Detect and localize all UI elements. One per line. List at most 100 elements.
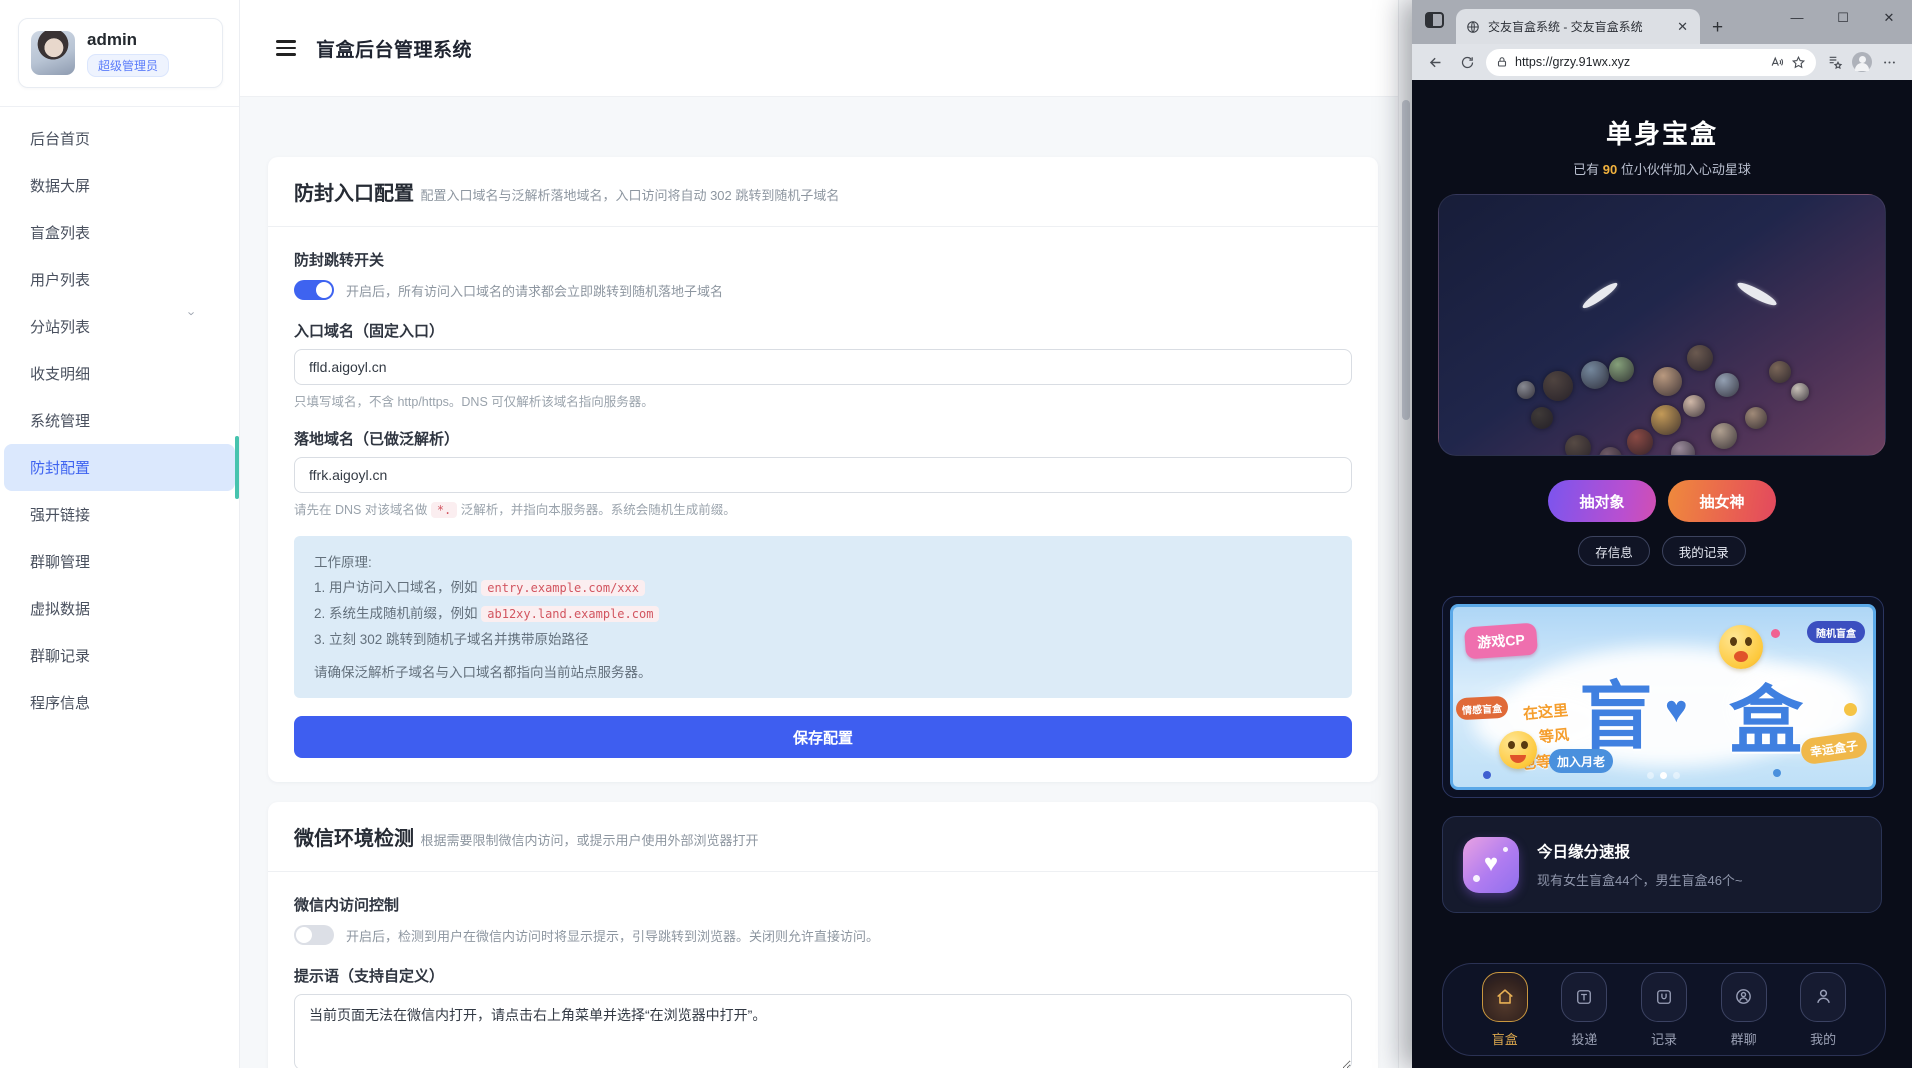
tab-actions-icon[interactable] <box>1425 12 1444 28</box>
collections-icon[interactable] <box>1822 49 1848 75</box>
draw-partner-button[interactable]: 抽对象 <box>1548 480 1656 522</box>
admin-scrollbar[interactable] <box>1398 0 1412 1068</box>
sidebar-item-11[interactable]: 虚拟数据 <box>4 585 235 632</box>
landing-domain-input[interactable] <box>294 457 1352 493</box>
refresh-icon[interactable] <box>1454 49 1480 75</box>
minimize-button[interactable]: — <box>1774 0 1820 35</box>
new-tab-button[interactable]: + <box>1712 18 1723 37</box>
window-controls: — ☐ ✕ <box>1774 0 1912 35</box>
sidebar-item-label: 群聊管理 <box>30 551 90 572</box>
submenu-chevron-icon[interactable]: › <box>185 311 200 315</box>
member-avatar <box>1653 367 1682 396</box>
close-window-button[interactable]: ✕ <box>1866 0 1912 35</box>
nav-item-group[interactable]: 群聊 <box>1721 972 1767 1048</box>
entry-domain-help: 只填写域名，不含 http/https。DNS 可仅解析该域名指向服务器。 <box>294 391 1352 410</box>
profile-avatar-icon[interactable] <box>1852 52 1872 72</box>
nav-item-send[interactable]: 投递 <box>1561 972 1607 1048</box>
save-config-button[interactable]: 保存配置 <box>294 716 1352 758</box>
browser-tab[interactable]: 交友盲盒系统 - 交友盲盒系统 ✕ <box>1456 9 1700 44</box>
sidebar-item-1[interactable]: 后台首页 <box>4 115 235 162</box>
globe-icon <box>1466 20 1480 34</box>
back-icon[interactable] <box>1422 49 1448 75</box>
member-avatar <box>1791 383 1809 401</box>
banner-carousel[interactable]: 游戏CP 随机盲盒 情感盲盒 在这里 等风 也等你 盲 ♥ 盒 幸运盒子 加入月… <box>1450 604 1876 790</box>
member-avatar <box>1609 357 1634 382</box>
landing-domain-label: 落地域名（已做泛解析） <box>294 428 1352 449</box>
read-aloud-icon[interactable] <box>1769 55 1784 70</box>
banner-big-char-1: 盲 <box>1579 657 1653 764</box>
browser-toolbar: https://grzy.91wx.xyz <box>1412 44 1912 80</box>
member-avatar <box>1517 381 1535 399</box>
favorite-star-icon[interactable] <box>1791 55 1806 70</box>
sidebar-item-8[interactable]: 防封配置 <box>4 444 235 491</box>
sidebar-item-label: 强开链接 <box>30 504 90 525</box>
entry-domain-label: 入口域名（固定入口） <box>294 320 1352 341</box>
sidebar-item-label: 分站列表 <box>30 316 90 337</box>
redirect-toggle[interactable] <box>294 280 334 300</box>
page-title: 单身宝盒 <box>1412 114 1912 151</box>
address-bar[interactable]: https://grzy.91wx.xyz <box>1486 49 1816 76</box>
sidebar-item-label: 用户列表 <box>30 269 90 290</box>
card1-subtitle: 配置入口域名与泛解析落地域名，入口访问将自动 302 跳转到随机子域名 <box>420 188 839 203</box>
banner-big-char-2: 盒 <box>1729 661 1803 768</box>
entry-domain-input[interactable] <box>294 349 1352 385</box>
how-title: 工作原理: <box>314 550 1332 575</box>
daily-report-card[interactable]: ♥ 今日缘分速报 现有女生盲盒44个，男生盲盒46个~ <box>1442 816 1882 913</box>
tab-strip: 交友盲盒系统 - 交友盲盒系统 ✕ + — ☐ ✕ <box>1412 0 1912 44</box>
browser-window: 交友盲盒系统 - 交友盲盒系统 ✕ + — ☐ ✕ https://grzy.9… <box>1412 0 1912 1068</box>
sidebar-item-13[interactable]: 程序信息 <box>4 679 235 726</box>
sidebar-item-3[interactable]: 盲盒列表 <box>4 209 235 256</box>
profile-card[interactable]: admin 超级管理员 <box>18 18 223 88</box>
sidebar-item-label: 后台首页 <box>30 128 90 149</box>
wildcard-chip: *. <box>431 502 457 518</box>
member-avatar <box>1715 373 1739 397</box>
card1-header: 防封入口配置 配置入口域名与泛解析落地域名，入口访问将自动 302 跳转到随机子… <box>268 157 1378 227</box>
sidebar-menu: 后台首页数据大屏盲盒列表用户列表分站列表收支明细系统管理防封配置强开链接群聊管理… <box>0 107 239 734</box>
sidebar-item-12[interactable]: 群聊记录 <box>4 632 235 679</box>
member-avatar <box>1543 371 1573 401</box>
banner-hand-text-2: 等风 <box>1538 724 1570 748</box>
sidebar-item-2[interactable]: 数据大屏 <box>4 162 235 209</box>
scrollbar-thumb[interactable] <box>1402 100 1410 420</box>
nav-item-label: 我的 <box>1810 1029 1836 1048</box>
carousel-dots[interactable] <box>1453 772 1873 779</box>
card1-title: 防封入口配置 <box>294 183 414 205</box>
tip-textarea[interactable]: 当前页面无法在微信内打开，请点击右上角菜单并选择“在浏览器中打开”。 <box>294 994 1352 1068</box>
sidebar-item-label: 收支明细 <box>30 363 90 384</box>
sidebar-item-7[interactable]: 系统管理 <box>4 397 235 444</box>
sidebar-item-label: 程序信息 <box>30 692 90 713</box>
toolbar-right <box>1822 49 1902 75</box>
url-text: https://grzy.91wx.xyz <box>1515 55 1762 69</box>
banner-tag-join: 加入月老 <box>1549 749 1613 773</box>
how-note: 请确保泛解析子域名与入口域名都指向当前站点服务器。 <box>314 662 1332 684</box>
member-avatar <box>1769 361 1791 383</box>
hamburger-menu-icon[interactable] <box>276 40 296 55</box>
redirect-toggle-desc: 开启后，所有访问入口域名的请求都会立即跳转到随机落地子域名 <box>346 281 723 300</box>
nav-item-records[interactable]: 记录 <box>1641 972 1687 1048</box>
sidebar-item-5[interactable]: 分站列表 <box>4 303 235 350</box>
sidebar-item-label: 虚拟数据 <box>30 598 90 619</box>
sidebar-item-10[interactable]: 群聊管理 <box>4 538 235 585</box>
redirect-toggle-label: 防封跳转开关 <box>294 249 1352 270</box>
admin-main: 防封入口配置 配置入口域名与泛解析落地域名，入口访问将自动 302 跳转到随机子… <box>240 97 1398 1068</box>
nav-item-label: 群聊 <box>1731 1029 1757 1048</box>
settings-dots-icon[interactable] <box>1876 49 1902 75</box>
sidebar-item-6[interactable]: 收支明细 <box>4 350 235 397</box>
draw-goddess-button[interactable]: 抽女神 <box>1668 480 1776 522</box>
sidebar-item-9[interactable]: 强开链接 <box>4 491 235 538</box>
tab-close-icon[interactable]: ✕ <box>1675 19 1690 35</box>
nav-item-me[interactable]: 我的 <box>1800 972 1846 1048</box>
sidebar: admin 超级管理员 后台首页数据大屏盲盒列表用户列表分站列表收支明细系统管理… <box>0 0 240 1068</box>
maximize-button[interactable]: ☐ <box>1820 0 1866 35</box>
wechat-access-toggle[interactable] <box>294 925 334 945</box>
heart-icon: ♥ <box>1463 837 1519 893</box>
sidebar-item-label: 防封配置 <box>30 457 90 478</box>
avatar-sphere-card[interactable] <box>1438 194 1886 456</box>
my-records-button[interactable]: 我的记录 <box>1662 536 1746 566</box>
save-info-button[interactable]: 存信息 <box>1578 536 1650 566</box>
lock-icon <box>1496 56 1508 68</box>
nav-item-home[interactable]: 盲盒 <box>1482 972 1528 1048</box>
sidebar-item-label: 群聊记录 <box>30 645 90 666</box>
sidebar-item-4[interactable]: 用户列表 <box>4 256 235 303</box>
wechat-detection-card: 微信环境检测 根据需要限制微信内访问，或提示用户使用外部浏览器打开 微信内访问控… <box>268 802 1378 1068</box>
